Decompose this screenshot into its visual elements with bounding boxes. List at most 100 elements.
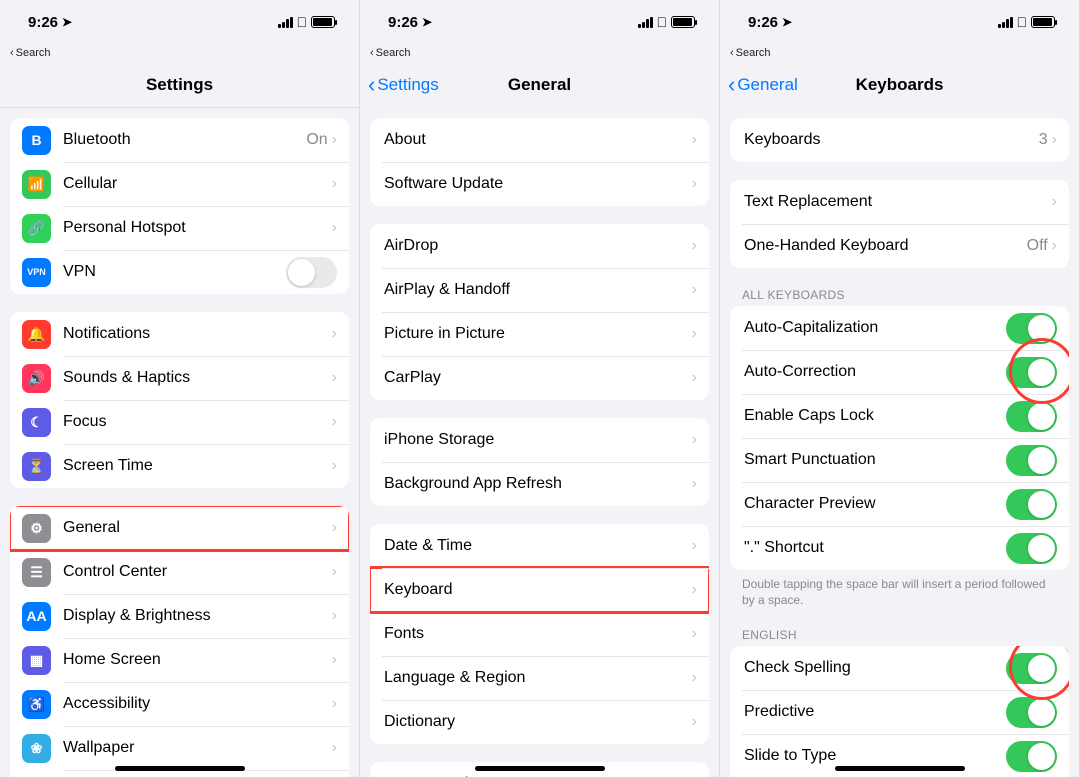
screentime-icon: ⏳ xyxy=(22,452,51,481)
row-siri[interactable]: ◉Siri & Search› xyxy=(10,770,349,777)
breadcrumb[interactable]: ‹Search xyxy=(720,44,1079,62)
row-label: VPN xyxy=(63,263,286,281)
toggle[interactable] xyxy=(1006,357,1057,388)
row-label: Bluetooth xyxy=(63,131,306,149)
section-header-all: ALL KEYBOARDS xyxy=(742,288,1057,302)
row-fonts[interactable]: Fonts› xyxy=(370,612,709,656)
row-accessibility[interactable]: ♿Accessibility› xyxy=(10,682,349,726)
row-label: General xyxy=(63,519,332,537)
row-label: AirDrop xyxy=(384,237,692,255)
row-label: iPhone Storage xyxy=(384,431,692,449)
row-sounds[interactable]: 🔊Sounds & Haptics› xyxy=(10,356,349,400)
row-enable-caps-lock[interactable]: Enable Caps Lock xyxy=(730,394,1069,438)
toggle[interactable] xyxy=(1006,741,1057,772)
row-label: Wallpaper xyxy=(63,739,332,757)
toggle[interactable] xyxy=(1006,533,1057,564)
location-icon: ➤ xyxy=(62,15,72,29)
row--shortcut[interactable]: "." Shortcut xyxy=(730,526,1069,570)
chevron-right-icon: › xyxy=(332,219,337,237)
display-icon: AA xyxy=(22,602,51,631)
toggle[interactable] xyxy=(1006,697,1057,728)
breadcrumb[interactable]: ‹Search xyxy=(0,44,359,62)
home-indicator[interactable] xyxy=(835,766,965,771)
row-background-app-refresh[interactable]: Background App Refresh› xyxy=(370,462,709,506)
status-bar: 9:26➤ 􀙇 xyxy=(360,0,719,44)
breadcrumb[interactable]: ‹Search xyxy=(360,44,719,62)
row-screentime[interactable]: ⏳ Screen Time› xyxy=(10,444,349,488)
sounds-icon: 🔊 xyxy=(22,364,51,393)
row-smart-punctuation[interactable]: Smart Punctuation xyxy=(730,438,1069,482)
row-language-region[interactable]: Language & Region› xyxy=(370,656,709,700)
row-wallpaper[interactable]: ❀Wallpaper› xyxy=(10,726,349,770)
hotspot-icon: 🔗 xyxy=(22,214,51,243)
row-focus[interactable]: ☾Focus› xyxy=(10,400,349,444)
row-label: Screen Time xyxy=(63,457,332,475)
battery-icon xyxy=(671,16,695,28)
control-icon: ☰ xyxy=(22,558,51,587)
status-time: 9:26 xyxy=(388,14,418,31)
all-keyboards-group: Auto-Capitalization Auto-Correction Enable… xyxy=(730,306,1069,570)
row-cellular[interactable]: 📶Cellular› xyxy=(10,162,349,206)
chevron-right-icon: › xyxy=(332,457,337,475)
row-label: About xyxy=(384,131,692,149)
row-one-handed-keyboard[interactable]: One-Handed KeyboardOff› xyxy=(730,224,1069,268)
row-label: Slide to Type xyxy=(744,747,1006,765)
row-date-time[interactable]: Date & Time› xyxy=(370,524,709,568)
row-display[interactable]: AADisplay & Brightness› xyxy=(10,594,349,638)
home-indicator[interactable] xyxy=(475,766,605,771)
toggle[interactable] xyxy=(286,257,337,288)
row-software-update[interactable]: Software Update› xyxy=(370,162,709,206)
row-predictive[interactable]: Predictive xyxy=(730,690,1069,734)
row-carplay[interactable]: CarPlay› xyxy=(370,356,709,400)
row-auto-correction[interactable]: Auto-Correction xyxy=(730,350,1069,394)
row-airdrop[interactable]: AirDrop› xyxy=(370,224,709,268)
toggle[interactable] xyxy=(1006,489,1057,520)
about-group: About›Software Update› xyxy=(370,118,709,206)
connectivity-group: BBluetoothOn›📶Cellular›🔗Personal Hotspot… xyxy=(10,118,349,294)
row-iphone-storage[interactable]: iPhone Storage› xyxy=(370,418,709,462)
toggle[interactable] xyxy=(1006,653,1057,684)
back-button[interactable]: ‹Settings xyxy=(368,74,439,96)
row-picture-in-picture[interactable]: Picture in Picture› xyxy=(370,312,709,356)
chevron-right-icon: › xyxy=(332,607,337,625)
chevron-right-icon: › xyxy=(692,325,697,343)
row-vpn[interactable]: VPNVPN xyxy=(10,250,349,294)
row-value: On xyxy=(306,131,327,149)
home-indicator[interactable] xyxy=(115,766,245,771)
datetime-group: Date & Time›Keyboard›Fonts›Language & Re… xyxy=(370,524,709,744)
row-label: Keyboards xyxy=(744,131,1039,149)
general-screen: 9:26➤ 􀙇 ‹Search ‹Settings General About›… xyxy=(360,0,720,777)
settings-screen: 9:26➤ 􀙇 ‹Search Settings BBluetoothOn›📶C… xyxy=(0,0,360,777)
row-airplay-handoff[interactable]: AirPlay & Handoff› xyxy=(370,268,709,312)
row-label: Notifications xyxy=(63,325,332,343)
row-check-spelling[interactable]: Check Spelling xyxy=(730,646,1069,690)
chevron-right-icon: › xyxy=(332,131,337,149)
row-keyboard[interactable]: Keyboard› xyxy=(370,568,709,612)
row-general[interactable]: ⚙General› xyxy=(10,506,349,550)
chevron-right-icon: › xyxy=(692,713,697,731)
toggle[interactable] xyxy=(1006,445,1057,476)
location-icon: ➤ xyxy=(422,15,432,29)
toggle[interactable] xyxy=(1006,313,1057,344)
status-time: 9:26 xyxy=(28,14,58,31)
row-label: Enable Caps Lock xyxy=(744,407,1006,425)
row-auto-capitalization[interactable]: Auto-Capitalization xyxy=(730,306,1069,350)
row-hotspot[interactable]: 🔗Personal Hotspot› xyxy=(10,206,349,250)
row-dictionary[interactable]: Dictionary› xyxy=(370,700,709,744)
row-about[interactable]: About› xyxy=(370,118,709,162)
row-text-replacement[interactable]: Text Replacement› xyxy=(730,180,1069,224)
wifi-icon: 􀙇 xyxy=(297,14,308,30)
row-label: Auto-Capitalization xyxy=(744,319,1006,337)
row-notifications[interactable]: 🔔Notifications› xyxy=(10,312,349,356)
notifications-icon: 🔔 xyxy=(22,320,51,349)
back-button[interactable]: ‹General xyxy=(728,74,798,96)
row-keyboards[interactable]: Keyboards3› xyxy=(730,118,1069,162)
row-bluetooth[interactable]: BBluetoothOn› xyxy=(10,118,349,162)
row-character-preview[interactable]: Character Preview xyxy=(730,482,1069,526)
row-home[interactable]: ▦Home Screen› xyxy=(10,638,349,682)
row-control[interactable]: ☰Control Center› xyxy=(10,550,349,594)
toggle[interactable] xyxy=(1006,401,1057,432)
nav-bar: ‹General Keyboards xyxy=(720,62,1079,108)
section-footer-shortcut: Double tapping the space bar will insert… xyxy=(742,576,1057,608)
row-label: Software Update xyxy=(384,175,692,193)
